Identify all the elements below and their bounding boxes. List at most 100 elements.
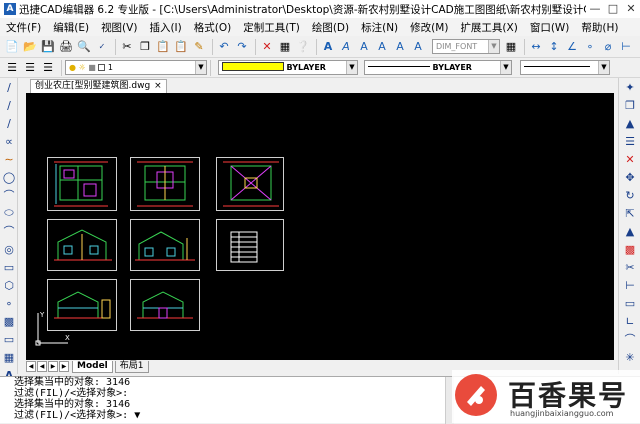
layer-previous-icon[interactable]: ☰ [22, 60, 38, 76]
circle-icon[interactable]: ◯ [0, 168, 18, 186]
array-icon[interactable]: ▩ [619, 240, 640, 258]
dim-angle-icon[interactable]: ∠ [564, 39, 580, 55]
tab-layout1[interactable]: 布局1 [114, 360, 149, 373]
erase-icon[interactable]: ✕ [619, 150, 640, 168]
text-style-icon[interactable]: A [320, 39, 336, 55]
dim-radius-icon[interactable]: ∘ [582, 39, 598, 55]
chevron-down-icon: ▼ [500, 61, 511, 74]
layer-states-icon[interactable]: ☰ [4, 60, 20, 76]
hatch-icon[interactable]: ▩ [0, 312, 18, 330]
chevron-down-icon: ▼ [488, 40, 499, 53]
text-italic-icon[interactable]: A [338, 39, 354, 55]
table-icon[interactable]: ▦ [0, 348, 18, 366]
color-value: BYLAYER [286, 63, 326, 72]
tab-model[interactable]: Model [72, 360, 113, 373]
chamfer-icon[interactable]: ∟ [619, 312, 640, 330]
scale-icon[interactable]: ⇱ [619, 204, 640, 222]
dim-diameter-icon[interactable]: ⌀ [600, 39, 616, 55]
arc-icon[interactable]: ⌒ [0, 186, 18, 204]
lineweight-select[interactable]: ▼ [520, 60, 610, 75]
layer-manager-icon[interactable]: ▦ [277, 39, 293, 55]
offset-icon[interactable]: ☰ [619, 132, 640, 150]
menu-view[interactable]: 视图(V) [101, 20, 137, 35]
cut-icon[interactable]: ✂ [119, 39, 135, 55]
redo-icon[interactable]: ↷ [234, 39, 250, 55]
ray-icon[interactable]: ∕ [0, 96, 18, 114]
move-icon[interactable]: ✥ [619, 168, 640, 186]
floor-plan-drawing [54, 161, 108, 207]
select-icon[interactable]: ✦ [619, 78, 640, 96]
menu-modify[interactable]: 修改(M) [410, 20, 448, 35]
sun-icon: ☼ [78, 63, 86, 72]
paste-special-icon[interactable]: 📋 [173, 39, 189, 55]
undo-icon[interactable]: ↶ [216, 39, 232, 55]
document-tab[interactable]: 创业农庄[型别墅建筑图.dwg × [30, 79, 167, 93]
modify-toolbar: ✦ ❐ ▲ ☰ ✕ ✥ ↻ ⇱ ▲ ▩ ✂ ⊢ ▭ ∟ ⌒ ✳ [618, 78, 640, 374]
linetype-select[interactable]: BYLAYER ▼ [364, 60, 512, 75]
match-properties-icon[interactable]: ✎ [191, 39, 207, 55]
last-tab-icon[interactable]: ▶ [59, 361, 69, 372]
menu-file[interactable]: 文件(F) [6, 20, 41, 35]
ellipse-icon[interactable]: ⬭ [0, 204, 18, 222]
save-icon[interactable]: 💾 [40, 39, 56, 55]
dimstyle-select[interactable]: DIM_FONT ▼ [432, 39, 500, 54]
menu-window[interactable]: 窗口(W) [530, 20, 570, 35]
dim-aligned-icon[interactable]: ↕ [546, 39, 562, 55]
menu-draw[interactable]: 绘图(D) [312, 20, 349, 35]
construction-line-icon[interactable]: ∕ [0, 114, 18, 132]
layer-select[interactable]: ● ☼ ■ 1 ▼ [65, 60, 207, 75]
menu-format[interactable]: 格式(O) [194, 20, 231, 35]
region-icon[interactable]: ▭ [0, 330, 18, 348]
close-button[interactable]: ✕ [622, 0, 640, 18]
close-icon[interactable]: × [154, 80, 162, 93]
maximize-button[interactable]: □ [604, 0, 622, 18]
rotate-icon[interactable]: ↻ [619, 186, 640, 204]
prev-tab-icon[interactable]: ◀ [37, 361, 47, 372]
text-justify-icon[interactable]: A [374, 39, 390, 55]
minimize-button[interactable]: — [586, 0, 604, 18]
open-folder-icon[interactable]: 📂 [22, 39, 38, 55]
rectangle-icon[interactable]: ▭ [0, 258, 18, 276]
polyline-icon[interactable]: ∝ [0, 132, 18, 150]
menu-help[interactable]: 帮助(H) [581, 20, 618, 35]
dimstyle-manager-icon[interactable]: ▦ [503, 39, 519, 55]
menu-dimension[interactable]: 标注(N) [361, 20, 398, 35]
help-icon[interactable]: ❔ [295, 39, 311, 55]
copy-object-icon[interactable]: ❐ [619, 96, 640, 114]
first-tab-icon[interactable]: ◀ [26, 361, 36, 372]
paste-icon[interactable]: 📋 [155, 39, 171, 55]
point-icon[interactable]: ∘ [0, 294, 18, 312]
print-preview-icon[interactable]: 🔍 [76, 39, 92, 55]
mirror-icon[interactable]: ▲ [619, 114, 640, 132]
menu-tools[interactable]: 定制工具(T) [243, 20, 300, 35]
text-find-icon[interactable]: A [410, 39, 426, 55]
drawing-canvas[interactable]: Y X [26, 93, 614, 360]
line-icon[interactable]: ∕ [0, 78, 18, 96]
text-scale-icon[interactable]: A [356, 39, 372, 55]
new-file-icon[interactable]: 📄 [4, 39, 20, 55]
print-icon[interactable]: 🖨 [58, 39, 74, 55]
ellipse-arc-icon[interactable]: ⌒ [0, 222, 18, 240]
color-select[interactable]: BYLAYER ▼ [218, 60, 358, 75]
trim-icon[interactable]: ✂ [619, 258, 640, 276]
menu-extend[interactable]: 扩展工具(X) [460, 20, 517, 35]
dim-linear-icon[interactable]: ↔ [528, 39, 544, 55]
fillet-icon[interactable]: ⌒ [619, 330, 640, 348]
copy-icon[interactable]: ❐ [137, 39, 153, 55]
spellcheck-icon[interactable]: ✓ [94, 39, 110, 55]
extend-icon[interactable]: ⊢ [619, 276, 640, 294]
explode-icon[interactable]: ✳ [619, 348, 640, 366]
donut-icon[interactable]: ◎ [0, 240, 18, 258]
spline-icon[interactable]: ∼ [0, 150, 18, 168]
dim-ordinate-icon[interactable]: ⊢ [618, 39, 634, 55]
polygon-icon[interactable]: ⬡ [0, 276, 18, 294]
next-tab-icon[interactable]: ▶ [48, 361, 58, 372]
layer-match-icon[interactable]: ☰ [40, 60, 56, 76]
menu-edit[interactable]: 编辑(E) [53, 20, 89, 35]
text-edit-icon[interactable]: A [392, 39, 408, 55]
menu-insert[interactable]: 插入(I) [149, 20, 181, 35]
delete-icon[interactable]: ✕ [259, 39, 275, 55]
stretch-icon[interactable]: ▲ [619, 222, 640, 240]
break-icon[interactable]: ▭ [619, 294, 640, 312]
schedule-table-drawing [230, 231, 258, 263]
